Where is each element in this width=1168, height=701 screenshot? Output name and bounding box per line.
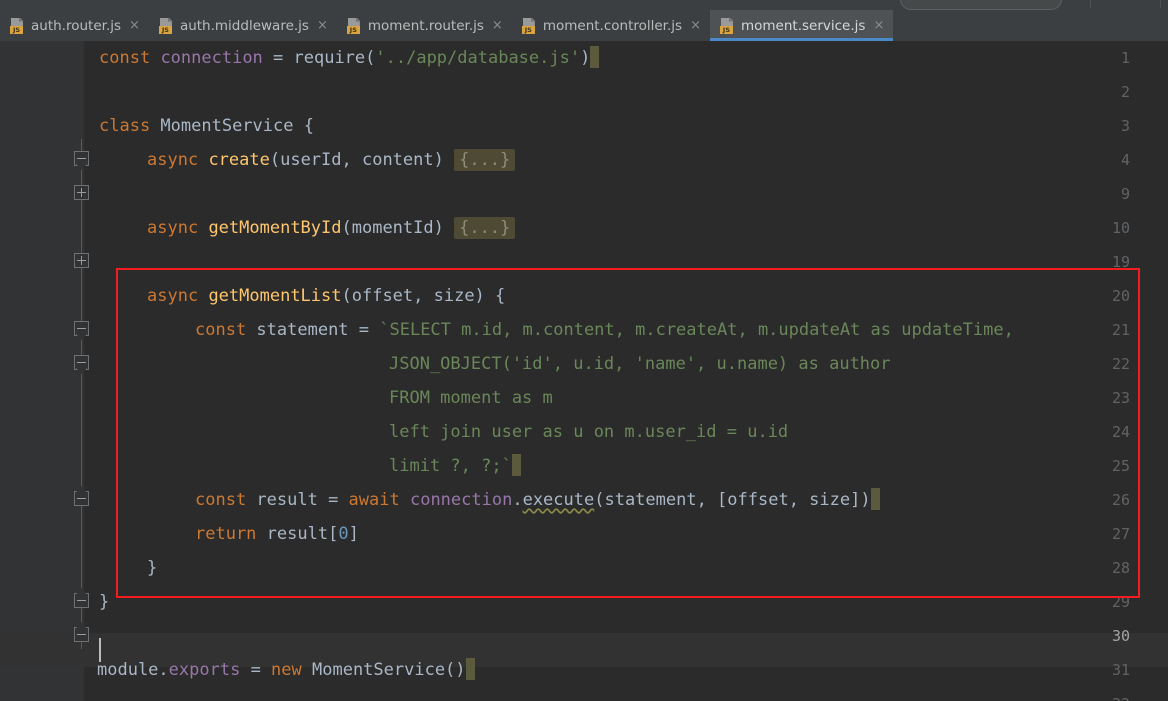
- js-file-icon: JS: [521, 17, 537, 34]
- code-line-26[interactable]: const result = await connection.execute(…: [195, 483, 880, 517]
- tab-label: auth.middleware.js: [179, 17, 309, 34]
- selection-block: [590, 46, 600, 68]
- code-line-3[interactable]: class MomentService {: [99, 109, 314, 143]
- code-line-24[interactable]: left join user as u on m.user_id = u.id: [389, 415, 788, 449]
- close-icon[interactable]: ×: [317, 19, 328, 32]
- toolbar-divider: [1090, 0, 1091, 8]
- toolbar-strip: [0, 0, 1168, 10]
- assignment: =: [240, 660, 272, 680]
- editor-gutter[interactable]: [0, 41, 83, 701]
- method-params: (userId, content): [269, 150, 455, 170]
- keyword-async: async: [147, 218, 199, 238]
- keyword-async: async: [147, 150, 199, 170]
- code-editor[interactable]: 1 2 3 4 9 10 19 20 21 22 23 24 25 26 27 …: [0, 41, 1168, 701]
- bracket-close: ]: [348, 524, 359, 544]
- tab-auth-middleware-js[interactable]: JS auth.middleware.js ×: [149, 10, 337, 41]
- identifier-connection: connection: [160, 48, 263, 68]
- code-line-22[interactable]: JSON_OBJECT('id', u.id, 'name', u.name) …: [389, 347, 891, 381]
- run-configuration-selector[interactable]: [900, 0, 1062, 10]
- identifier-module: module: [97, 660, 159, 680]
- string-database-path: '../app/database.js': [375, 48, 581, 68]
- call-arguments: (statement, [offset, size]): [594, 490, 871, 510]
- fold-placeholder[interactable]: {...}: [454, 217, 516, 239]
- keyword-const: const: [99, 48, 151, 68]
- keyword-new: new: [271, 660, 302, 680]
- code-line-4[interactable]: async create(userId, content) {...}: [147, 143, 516, 177]
- require-call: = require(: [262, 48, 376, 68]
- js-file-icon: JS: [346, 17, 362, 34]
- method-name-getmomentbyid: getMomentById: [208, 218, 342, 238]
- number-literal: 0: [338, 524, 349, 544]
- code-line-20[interactable]: async getMomentList(offset, size) {: [147, 279, 505, 313]
- variable-statement: statement =: [246, 320, 380, 340]
- tab-moment-service-js[interactable]: JS moment.service.js ×: [709, 10, 894, 41]
- keyword-await: await: [348, 490, 400, 510]
- close-icon[interactable]: ×: [129, 19, 140, 32]
- keyword-class: class: [99, 116, 151, 136]
- js-file-icon: JS: [10, 17, 25, 34]
- close-icon[interactable]: ×: [492, 19, 503, 32]
- constructor-call: MomentService(): [301, 660, 466, 680]
- code-line-31[interactable]: module.exports = new MomentService(): [97, 653, 475, 687]
- close-icon[interactable]: ×: [690, 19, 701, 32]
- tab-label: auth.router.js: [31, 17, 122, 34]
- close-icon[interactable]: ×: [873, 19, 884, 32]
- selection-block: [465, 658, 475, 680]
- sql-template-line-1: `SELECT m.id, m.content, m.createAt, m.u…: [379, 320, 1014, 340]
- tab-moment-controller-js[interactable]: JS moment.controller.js ×: [512, 10, 710, 41]
- code-line-21[interactable]: const statement = `SELECT m.id, m.conten…: [195, 313, 1014, 347]
- toolbar-divider: [1160, 0, 1161, 8]
- tab-label: moment.controller.js: [542, 17, 683, 34]
- dot: .: [512, 490, 523, 510]
- identifier-exports: exports: [168, 660, 241, 680]
- sql-template-line-5: limit ?, ?;`: [389, 456, 512, 476]
- code-line-23[interactable]: FROM moment as m: [389, 381, 553, 415]
- tab-auth-router-js[interactable]: JS auth.router.js ×: [0, 10, 149, 41]
- code-line-27[interactable]: return result[0]: [195, 517, 359, 551]
- paren-close: ): [580, 48, 591, 68]
- dot: .: [158, 660, 169, 680]
- keyword-const: const: [195, 320, 247, 340]
- js-file-icon: JS: [719, 17, 735, 34]
- code-line-10[interactable]: async getMomentById(momentId) {...}: [147, 211, 516, 245]
- class-name-decl: MomentService {: [150, 116, 314, 136]
- method-params: (offset, size) {: [341, 286, 506, 306]
- js-file-icon: JS: [158, 17, 174, 34]
- tab-label: moment.service.js: [740, 17, 866, 34]
- sql-template-line-2: JSON_OBJECT('id', u.id, 'name', u.name) …: [389, 354, 891, 374]
- sql-template-line-3: FROM moment as m: [389, 388, 553, 408]
- keyword-return: return: [195, 524, 257, 544]
- code-line-25[interactable]: limit ?, ?;`: [389, 449, 521, 483]
- return-expression: result[: [256, 524, 339, 544]
- code-line-29[interactable]: }: [99, 585, 109, 619]
- closing-brace: }: [99, 592, 110, 612]
- editor-tab-bar: JS auth.router.js × JS auth.middleware.j…: [0, 10, 1168, 41]
- code-line-28[interactable]: }: [147, 551, 157, 585]
- keyword-const: const: [195, 490, 247, 510]
- keyword-async: async: [147, 286, 199, 306]
- code-structure-guide: [81, 139, 82, 649]
- method-call-execute: execute: [522, 490, 595, 510]
- closing-brace: }: [147, 558, 158, 578]
- method-name-create: create: [208, 150, 270, 170]
- method-params: (momentId): [341, 218, 455, 238]
- method-name-getmomentlist: getMomentList: [208, 286, 342, 306]
- variable-result: result =: [246, 490, 349, 510]
- fold-placeholder[interactable]: {...}: [454, 149, 516, 171]
- tab-moment-router-js[interactable]: JS moment.router.js ×: [337, 10, 512, 41]
- identifier-connection: connection: [399, 490, 513, 510]
- tab-label: moment.router.js: [367, 17, 484, 34]
- selection-block: [511, 454, 521, 476]
- code-line-1[interactable]: const connection = require('../app/datab…: [99, 41, 600, 75]
- sql-template-line-4: left join user as u on m.user_id = u.id: [389, 422, 789, 442]
- code-text-area[interactable]: const connection = require('../app/datab…: [83, 41, 1168, 701]
- selection-block: [870, 488, 880, 510]
